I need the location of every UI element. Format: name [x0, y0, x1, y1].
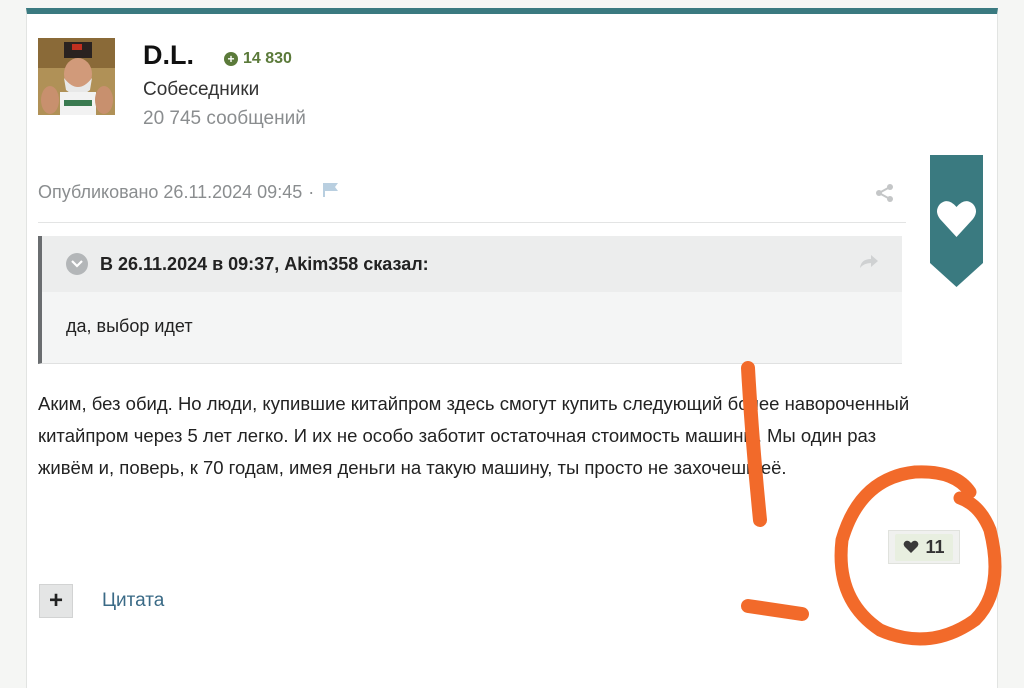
- chevron-down-icon[interactable]: [66, 253, 88, 275]
- avatar[interactable]: [38, 38, 115, 115]
- author-post-count: 20 745 сообщений: [143, 108, 306, 129]
- reputation-value: 14 830: [243, 50, 292, 67]
- post-content: Аким, без обид. Но люди, купившие китайп…: [38, 393, 910, 478]
- published-date: Опубликовано 26.11.2024 09:45: [38, 182, 303, 202]
- goto-arrow-icon[interactable]: [858, 252, 880, 275]
- reputation-badge: + 14 830: [224, 50, 292, 68]
- quote-button[interactable]: Цитата: [102, 590, 164, 612]
- like-ribbon-button[interactable]: [930, 155, 983, 287]
- share-icon[interactable]: [875, 183, 895, 208]
- quote-citation: В 26.11.2024 в 09:37, Akim358 сказал:: [100, 253, 429, 274]
- meta-separator: ·: [308, 182, 315, 202]
- quote-header[interactable]: В 26.11.2024 в 09:37, Akim358 сказал:: [42, 236, 902, 292]
- flag-icon[interactable]: [322, 182, 340, 203]
- author-group: Собеседники: [143, 79, 260, 100]
- plus-icon: +: [224, 52, 238, 66]
- author-name[interactable]: D.L.: [143, 40, 194, 71]
- quote-text: да, выбор идет: [66, 316, 193, 336]
- quote-block: В 26.11.2024 в 09:37, Akim358 сказал: да…: [38, 236, 902, 364]
- divider: [38, 222, 906, 223]
- reaction-count: 11: [925, 536, 945, 557]
- reaction-badge[interactable]: 11: [888, 530, 960, 564]
- multiquote-button[interactable]: +: [39, 584, 73, 618]
- post-meta: Опубликовано 26.11.2024 09:45 ·: [38, 182, 340, 203]
- heart-icon: [904, 540, 919, 553]
